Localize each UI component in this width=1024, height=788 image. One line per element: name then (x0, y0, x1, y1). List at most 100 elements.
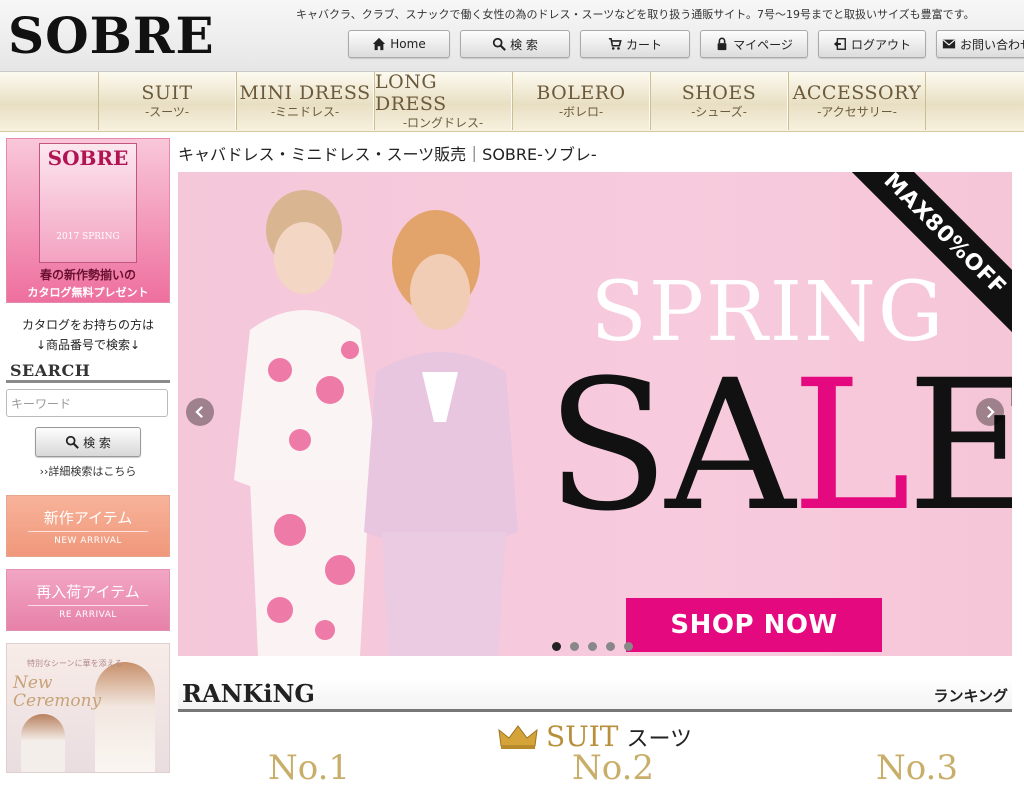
rank-label: No.1 (268, 748, 351, 788)
ranking-title-jp: ランキング (933, 687, 1008, 705)
category-label-en: SHOES (681, 82, 757, 104)
slider-dot[interactable] (624, 642, 633, 651)
contact-label: お問い合わせ (959, 37, 1024, 52)
chevron-left-icon (195, 405, 203, 419)
slider-pagination (552, 642, 633, 651)
slider-dot[interactable] (606, 642, 615, 651)
keyword-search-input[interactable]: キーワード (6, 389, 168, 417)
slider-dot[interactable] (588, 642, 597, 651)
model-image (364, 210, 518, 656)
re-arrival-banner[interactable]: 再入荷アイテム RE ARRIVAL (6, 569, 170, 631)
logout-button[interactable]: ログアウト (818, 30, 926, 58)
new-arrival-label: 新作アイテム (43, 508, 133, 527)
cart-button[interactable]: カート (580, 30, 690, 58)
category-label-jp: -スーツ- (145, 105, 189, 119)
advanced-search-link[interactable]: ››詳細検索はこちら (6, 463, 170, 479)
crown-icon (498, 724, 538, 749)
ceremony-title-line-2: Ceremony (13, 691, 102, 711)
top-nav: Home 検 索 カート マイページ ログアウト お問い合わせ (348, 30, 1024, 58)
ranking-header: RANKiNG ランキング (178, 678, 1012, 712)
re-arrival-label: 再入荷アイテム (36, 582, 140, 601)
new-arrival-sublabel: NEW ARRIVAL (54, 535, 122, 546)
category-label-en: MINI DRESS (239, 82, 371, 104)
search-nav-label: 検 索 (510, 37, 538, 52)
ceremony-title-line-1: New (13, 673, 53, 693)
site-tagline: キャバクラ、クラブ、スナックで働く女性の為のドレス・スーツなどを取り扱う通販サイ… (296, 8, 975, 21)
rank-label: No.2 (571, 748, 655, 788)
search-submit-label: 検 索 (83, 435, 111, 450)
category-label-jp: -アクセサリー- (817, 105, 897, 119)
slider-prev-button[interactable] (186, 398, 214, 426)
sale-text-part: SA (546, 342, 795, 551)
site-header: SOBRE キャバクラ、クラブ、スナックで働く女性の為のドレス・スーツなどを取り… (0, 0, 1024, 72)
catalog-book-image: SOBRE 2017 SPRING (39, 143, 137, 263)
catalog-caption-2: カタログ無料プレゼント (27, 286, 149, 299)
divider (28, 604, 148, 606)
catalog-note-line-2: ↓商品番号で検索↓ (35, 338, 141, 352)
category-label-jp: -ミニドレス- (270, 105, 340, 119)
catalog-caption-1: 春の新作勢揃いの (39, 268, 136, 282)
logout-label: ログアウト (850, 37, 911, 52)
ceremony-title: New Ceremony (13, 674, 101, 710)
model-image (95, 662, 155, 772)
shop-now-button[interactable]: SHOP NOW (626, 598, 882, 652)
slider-dot[interactable] (570, 642, 579, 651)
hero-slider[interactable]: MAX80%OFF SPRING SALE SHOP NOW (178, 172, 1012, 656)
home-button[interactable]: Home (348, 30, 450, 58)
search-submit-button[interactable]: 検 索 (35, 427, 141, 457)
mypage-label: マイページ (733, 37, 793, 52)
category-label-jp: -ロングドレス- (402, 116, 484, 130)
category-bar: SUIT -スーツ- MINI DRESS -ミニドレス- LONG DRESS -ロ… (0, 71, 1024, 132)
mypage-button[interactable]: マイページ (700, 30, 808, 58)
category-label-jp: -シューズ- (691, 105, 747, 119)
slider-next-button[interactable] (976, 398, 1004, 426)
sale-text-part: E (906, 342, 1012, 551)
re-arrival-sublabel: RE ARRIVAL (59, 609, 117, 620)
cart-icon (608, 37, 622, 50)
search-icon (492, 37, 506, 51)
home-label: Home (390, 37, 426, 51)
sale-text-part: L (791, 342, 911, 551)
category-shoes[interactable]: SHOES -シューズ- (650, 72, 788, 130)
search-nav-button[interactable]: 検 索 (460, 30, 570, 58)
category-label-jp: -ボレロ- (558, 105, 604, 119)
rank-label: No.3 (875, 748, 958, 788)
divider (28, 530, 148, 532)
catalog-note-line-1: カタログをお持ちの方は (21, 318, 154, 332)
page-title: キャバドレス・ミニドレス・スーツ販売｜SOBRE-ソブレ- (178, 145, 597, 164)
hero-sale-text: SALE (546, 352, 1012, 542)
site-logo[interactable]: SOBRE (8, 8, 215, 64)
catalog-book-logo: SOBRE (47, 146, 129, 170)
category-label-en: SUIT (141, 82, 193, 104)
search-heading: SEARCH (6, 361, 170, 383)
category-accessory[interactable]: ACCESSORY -アクセサリー- (788, 72, 926, 130)
search-placeholder: キーワード (11, 396, 72, 411)
search-icon (65, 435, 79, 449)
main-content: キャバドレス・ミニドレス・スーツ販売｜SOBRE-ソブレ- MAX80%OFF … (178, 138, 1012, 788)
chevron-right-icon (987, 405, 995, 419)
ceremony-banner[interactable]: 特別なシーンに華を添える New Ceremony (6, 643, 170, 773)
logout-icon (833, 38, 846, 50)
catalog-banner[interactable]: SOBRE 2017 SPRING 春の新作勢揃いの カタログ無料プレゼント (6, 138, 170, 303)
category-label-en: BOLERO (536, 82, 626, 104)
category-bolero[interactable]: BOLERO -ボレロ- (512, 72, 650, 130)
slider-dot[interactable] (552, 642, 561, 651)
category-label-en: LONG DRESS (375, 71, 447, 115)
ceremony-small-text: 特別なシーンに華を添える (27, 659, 123, 668)
sidebar: SOBRE 2017 SPRING 春の新作勢揃いの カタログ無料プレゼント カ… (6, 138, 170, 773)
contact-button[interactable]: お問い合わせ (936, 30, 1024, 58)
category-mini-dress[interactable]: MINI DRESS -ミニドレス- (236, 72, 374, 130)
home-icon (373, 37, 386, 51)
cart-label: カート (625, 37, 662, 52)
catalog-note: カタログをお持ちの方は ↓商品番号で検索↓ (6, 315, 170, 355)
catalog-book-season: 2017 SPRING (56, 232, 120, 242)
new-arrival-banner[interactable]: 新作アイテム NEW ARRIVAL (6, 495, 170, 557)
mail-icon (942, 39, 956, 49)
category-suit[interactable]: SUIT -スーツ- (98, 72, 236, 130)
category-long-dress[interactable]: LONG DRESS -ロングドレス- (374, 71, 512, 130)
ranking-title: RANKiNG (182, 679, 315, 708)
lock-icon (717, 37, 727, 51)
category-label-en: ACCESSORY (792, 82, 922, 104)
model-image (21, 714, 65, 772)
rank-labels: No.1 No.2 No.3 (268, 748, 958, 788)
